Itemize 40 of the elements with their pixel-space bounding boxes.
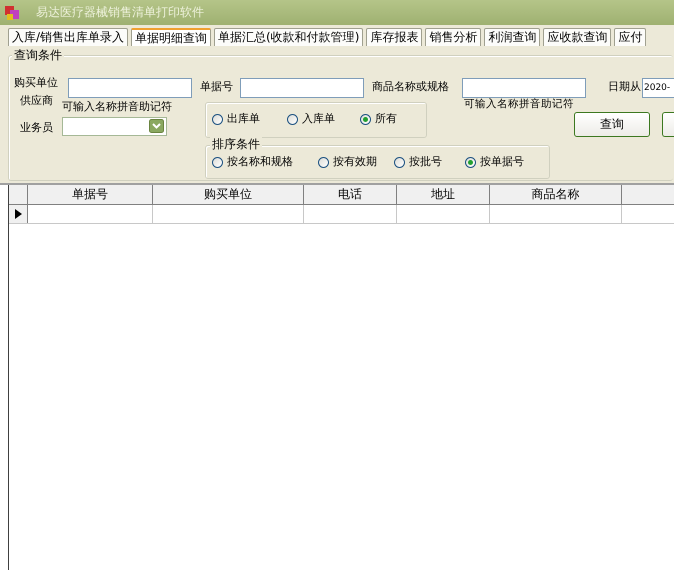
tab[interactable]: 入库/销售出库单录入 xyxy=(8,28,128,46)
field-label: 供应商 xyxy=(20,94,53,108)
field-label: 单据号 xyxy=(200,80,233,94)
field-label: 商品名称或规格 xyxy=(372,80,449,94)
field-label: 购买单位 xyxy=(14,76,58,90)
input-field[interactable] xyxy=(240,78,364,98)
group-title: 排序条件 xyxy=(210,137,262,151)
window-title: 易达医疗器械销售清单打印软件 xyxy=(36,4,204,21)
column-header[interactable]: 电话 xyxy=(304,185,397,204)
radio-button[interactable]: 按名称和规格 xyxy=(212,154,293,170)
radio-button[interactable]: 入库单 xyxy=(287,111,335,127)
radio-button[interactable]: 按批号 xyxy=(394,154,442,170)
search-button[interactable]: 查询 xyxy=(574,112,650,137)
column-header[interactable]: 购买单位 xyxy=(153,185,304,204)
tab[interactable]: 单据明细查询 xyxy=(131,28,212,46)
hint-text: 可输入名称拼音助记符 xyxy=(464,97,574,111)
tab[interactable]: 销售分析 xyxy=(425,28,482,46)
current-row-icon xyxy=(14,209,22,219)
field-label: 业务员 xyxy=(20,121,53,135)
tab[interactable]: 单据汇总(收款和付款管理) xyxy=(214,28,364,46)
action-button[interactable] xyxy=(662,112,674,137)
app-logo-icon xyxy=(4,4,22,22)
column-header[interactable]: 单据号 xyxy=(28,185,153,204)
dropdown[interactable] xyxy=(62,117,167,136)
input-field[interactable] xyxy=(68,78,192,98)
column-header[interactable]: 商品名称 xyxy=(490,185,622,204)
tab[interactable]: 应收款查询 xyxy=(543,28,612,46)
tab[interactable]: 应付 xyxy=(614,28,646,46)
radio-button[interactable]: 所有 xyxy=(360,111,397,127)
hint-text: 可输入名称拼音助记符 xyxy=(62,100,172,114)
group-title: 查询条件 xyxy=(12,48,64,62)
radio-button[interactable]: 按有效期 xyxy=(318,154,377,170)
field-label: 日期从 xyxy=(608,80,641,94)
tab[interactable]: 利润查询 xyxy=(484,28,540,46)
date-field[interactable]: 2020- xyxy=(642,78,674,98)
input-field[interactable] xyxy=(462,78,586,98)
column-header[interactable]: 地址 xyxy=(397,185,490,204)
radio-button[interactable]: 出库单 xyxy=(212,111,260,127)
radio-button[interactable]: 按单据号 xyxy=(465,154,524,170)
tab[interactable]: 库存报表 xyxy=(366,28,422,46)
